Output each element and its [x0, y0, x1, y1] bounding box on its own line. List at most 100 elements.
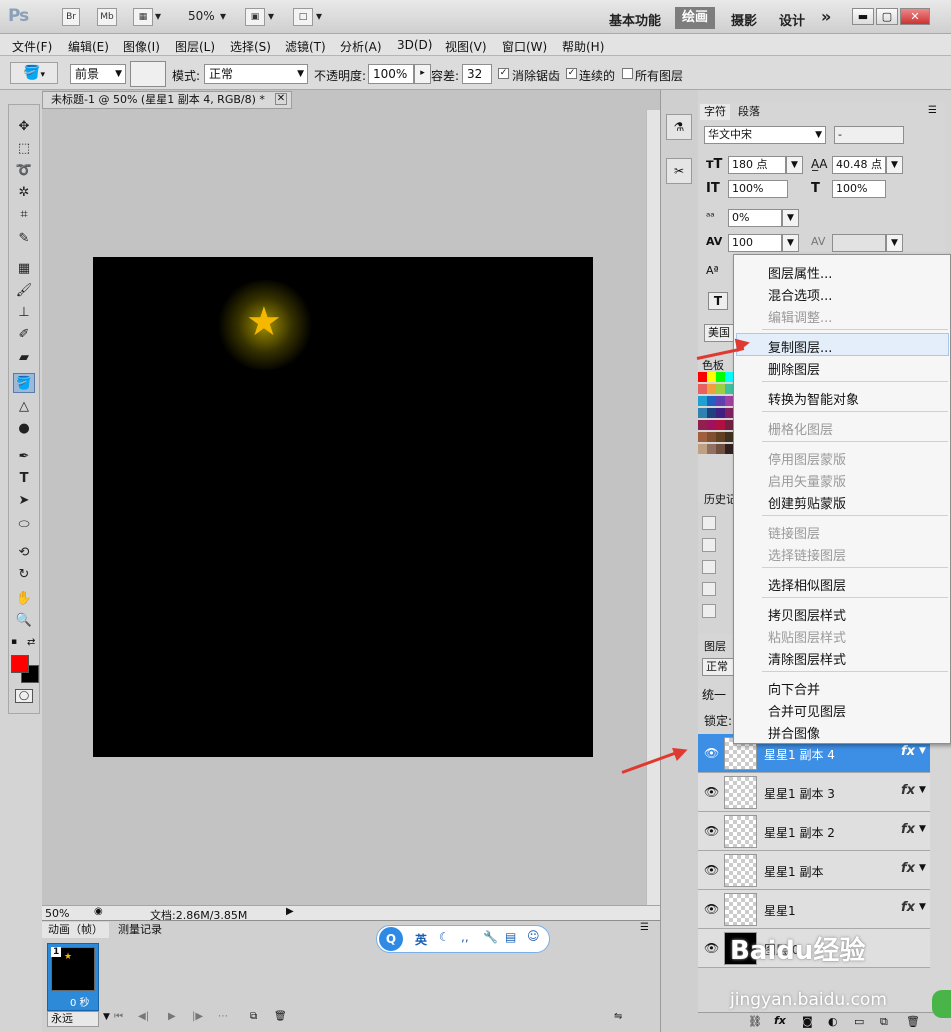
- marquee-tool-icon[interactable]: ⬚: [13, 139, 35, 159]
- chevron-down-icon[interactable]: ▾: [220, 9, 226, 23]
- menu-item-merge-visible[interactable]: 合并可见图层: [768, 701, 846, 720]
- 3d-orbit-tool-icon[interactable]: ↻: [13, 565, 35, 585]
- default-colors-icon[interactable]: ▪: [11, 637, 17, 647]
- blend-mode-select[interactable]: 正常: [702, 658, 736, 676]
- fx-icon[interactable]: fx: [901, 900, 915, 915]
- tab-character[interactable]: 字符: [700, 104, 730, 120]
- fx-icon[interactable]: fx: [901, 783, 915, 798]
- menu-item-create-clipping-mask[interactable]: 创建剪贴蒙版: [768, 493, 846, 512]
- more-workspaces-button[interactable]: »: [821, 7, 831, 26]
- history-brush-tool-icon[interactable]: ✐: [13, 325, 35, 345]
- vertical-scrollbar[interactable]: [646, 110, 660, 905]
- clone-stamp-tool-icon[interactable]: ⊥: [13, 303, 35, 323]
- all-layers-checkbox[interactable]: [622, 68, 633, 79]
- font-style-select[interactable]: -: [834, 126, 904, 144]
- fx-icon[interactable]: fx: [901, 861, 915, 876]
- font-size-input[interactable]: 180 点: [728, 156, 786, 174]
- clone-source-icon[interactable]: ✂: [666, 158, 692, 184]
- tolerance-input[interactable]: 32: [462, 64, 492, 84]
- menu-analysis[interactable]: 分析(A): [340, 38, 382, 55]
- menu-item-merge-down[interactable]: 向下合并: [768, 679, 820, 698]
- menu-image[interactable]: 图像(I): [123, 38, 160, 55]
- add-mask-icon[interactable]: ◙: [802, 1015, 813, 1028]
- menu-filter[interactable]: 滤镜(T): [285, 38, 326, 55]
- punctuation-icon[interactable]: ,,: [461, 930, 469, 944]
- menu-view[interactable]: 视图(V): [445, 38, 487, 55]
- screen-mode-button[interactable]: □: [293, 8, 313, 26]
- menu-window[interactable]: 窗口(W): [502, 38, 547, 55]
- healing-brush-tool-icon[interactable]: ▦: [13, 259, 35, 279]
- fill-source-select[interactable]: 前景 ▼: [70, 64, 126, 84]
- adjustment-layer-icon[interactable]: ◐: [828, 1015, 838, 1028]
- history-item-checkbox[interactable]: [702, 538, 716, 552]
- chevron-down-icon[interactable]: ▾: [316, 9, 322, 23]
- wrench-icon[interactable]: 🔧: [483, 930, 498, 944]
- horizontal-scale-input[interactable]: 100%: [832, 180, 886, 198]
- tool-preset-picker[interactable]: 🪣▾: [10, 62, 58, 84]
- eye-icon[interactable]: 👁: [704, 785, 719, 799]
- menu-item-layer-properties[interactable]: 图层属性...: [768, 263, 832, 282]
- layer-row[interactable]: 👁 星星1 副本 fx ▼: [698, 851, 930, 890]
- path-select-tool-icon[interactable]: ➤: [13, 491, 35, 511]
- tab-paragraph[interactable]: 段落: [734, 104, 764, 120]
- chevron-down-icon[interactable]: ▼: [103, 1012, 110, 1022]
- pattern-picker[interactable]: [130, 61, 166, 87]
- menu-item-copy-layer-style[interactable]: 拷贝图层样式: [768, 605, 846, 624]
- swatches-grid[interactable]: [698, 372, 734, 458]
- menu-layer[interactable]: 图层(L): [175, 38, 215, 55]
- tracking-dropdown[interactable]: ▼: [782, 234, 799, 252]
- menu-item-select-similar-layers[interactable]: 选择相似图层: [768, 575, 846, 594]
- link-layers-icon[interactable]: ⛓: [748, 1015, 762, 1028]
- chevron-down-icon[interactable]: ▾: [155, 9, 161, 23]
- frame-delay[interactable]: 0 秒: [70, 994, 90, 1009]
- swap-colors-icon[interactable]: ⇄: [27, 637, 35, 648]
- eraser-tool-icon[interactable]: ▰: [13, 348, 35, 368]
- eye-icon[interactable]: 👁: [704, 863, 719, 877]
- chevron-down-icon[interactable]: ▼: [919, 785, 926, 795]
- tab-swatches[interactable]: 色板: [702, 357, 724, 373]
- canvas[interactable]: [93, 257, 593, 757]
- new-layer-icon[interactable]: ⧉: [880, 1015, 888, 1029]
- crop-tool-icon[interactable]: ⌗: [13, 205, 35, 225]
- animation-frame[interactable]: ★ 1 0 秒: [47, 943, 99, 1011]
- view-extras-button[interactable]: ▦: [133, 8, 153, 26]
- history-item-checkbox[interactable]: [702, 604, 716, 618]
- menu-item-delete-layer[interactable]: 删除图层: [768, 359, 820, 378]
- status-menu-icon[interactable]: ◉: [94, 906, 103, 917]
- kerning-dropdown[interactable]: ▼: [886, 234, 903, 252]
- menu-item-convert-smart-object[interactable]: 转换为智能对象: [768, 389, 859, 408]
- font-size-dropdown[interactable]: ▼: [786, 156, 803, 174]
- prev-frame-icon[interactable]: ◀|: [138, 1011, 149, 1022]
- fx-icon[interactable]: fx: [901, 744, 915, 759]
- shape-tool-icon[interactable]: ⬭: [13, 515, 35, 535]
- arrange-documents-button[interactable]: ▣: [245, 8, 265, 26]
- status-zoom[interactable]: 50%: [45, 907, 69, 920]
- fx-icon[interactable]: fx: [901, 822, 915, 837]
- chevron-down-icon[interactable]: ▼: [919, 824, 926, 834]
- menu-item-clear-layer-style[interactable]: 清除图层样式: [768, 649, 846, 668]
- convert-timeline-icon[interactable]: ⇋: [614, 1011, 622, 1022]
- blur-tool-icon[interactable]: △: [13, 397, 35, 417]
- workspace-photography[interactable]: 摄影: [731, 10, 757, 29]
- vertical-scale-input[interactable]: 100%: [728, 180, 788, 198]
- first-frame-icon[interactable]: ⏮: [114, 1011, 123, 1022]
- opacity-slider-toggle[interactable]: ▸: [414, 64, 431, 84]
- eye-icon[interactable]: 👁: [704, 941, 719, 955]
- loop-select[interactable]: 永远: [47, 1011, 99, 1027]
- mini-bridge-button[interactable]: Mb: [97, 8, 117, 26]
- menu-item-flatten-image[interactable]: 拼合图像: [768, 723, 820, 742]
- chevron-down-icon[interactable]: ▾: [268, 9, 274, 23]
- brush-presets-icon[interactable]: ⚗: [666, 114, 692, 140]
- brush-tool-icon[interactable]: 🖌: [13, 281, 35, 301]
- 3d-rotate-tool-icon[interactable]: ⟲: [13, 543, 35, 563]
- panel-menu-icon[interactable]: ☰: [640, 922, 649, 933]
- document-tab[interactable]: 未标题-1 @ 50% (星星1 副本 4, RGB/8) * ✕: [42, 91, 292, 109]
- zoom-tool-icon[interactable]: 🔍: [13, 611, 35, 631]
- type-tool-icon[interactable]: T: [13, 469, 35, 489]
- ime-language[interactable]: 英: [415, 931, 427, 948]
- tween-icon[interactable]: ⋯: [218, 1011, 228, 1022]
- faux-bold-icon[interactable]: T: [708, 292, 728, 310]
- tracking-input[interactable]: 100: [728, 234, 782, 252]
- duplicate-frame-icon[interactable]: ⧉: [250, 1011, 257, 1022]
- menu-item-duplicate-layer[interactable]: 复制图层...: [768, 337, 832, 356]
